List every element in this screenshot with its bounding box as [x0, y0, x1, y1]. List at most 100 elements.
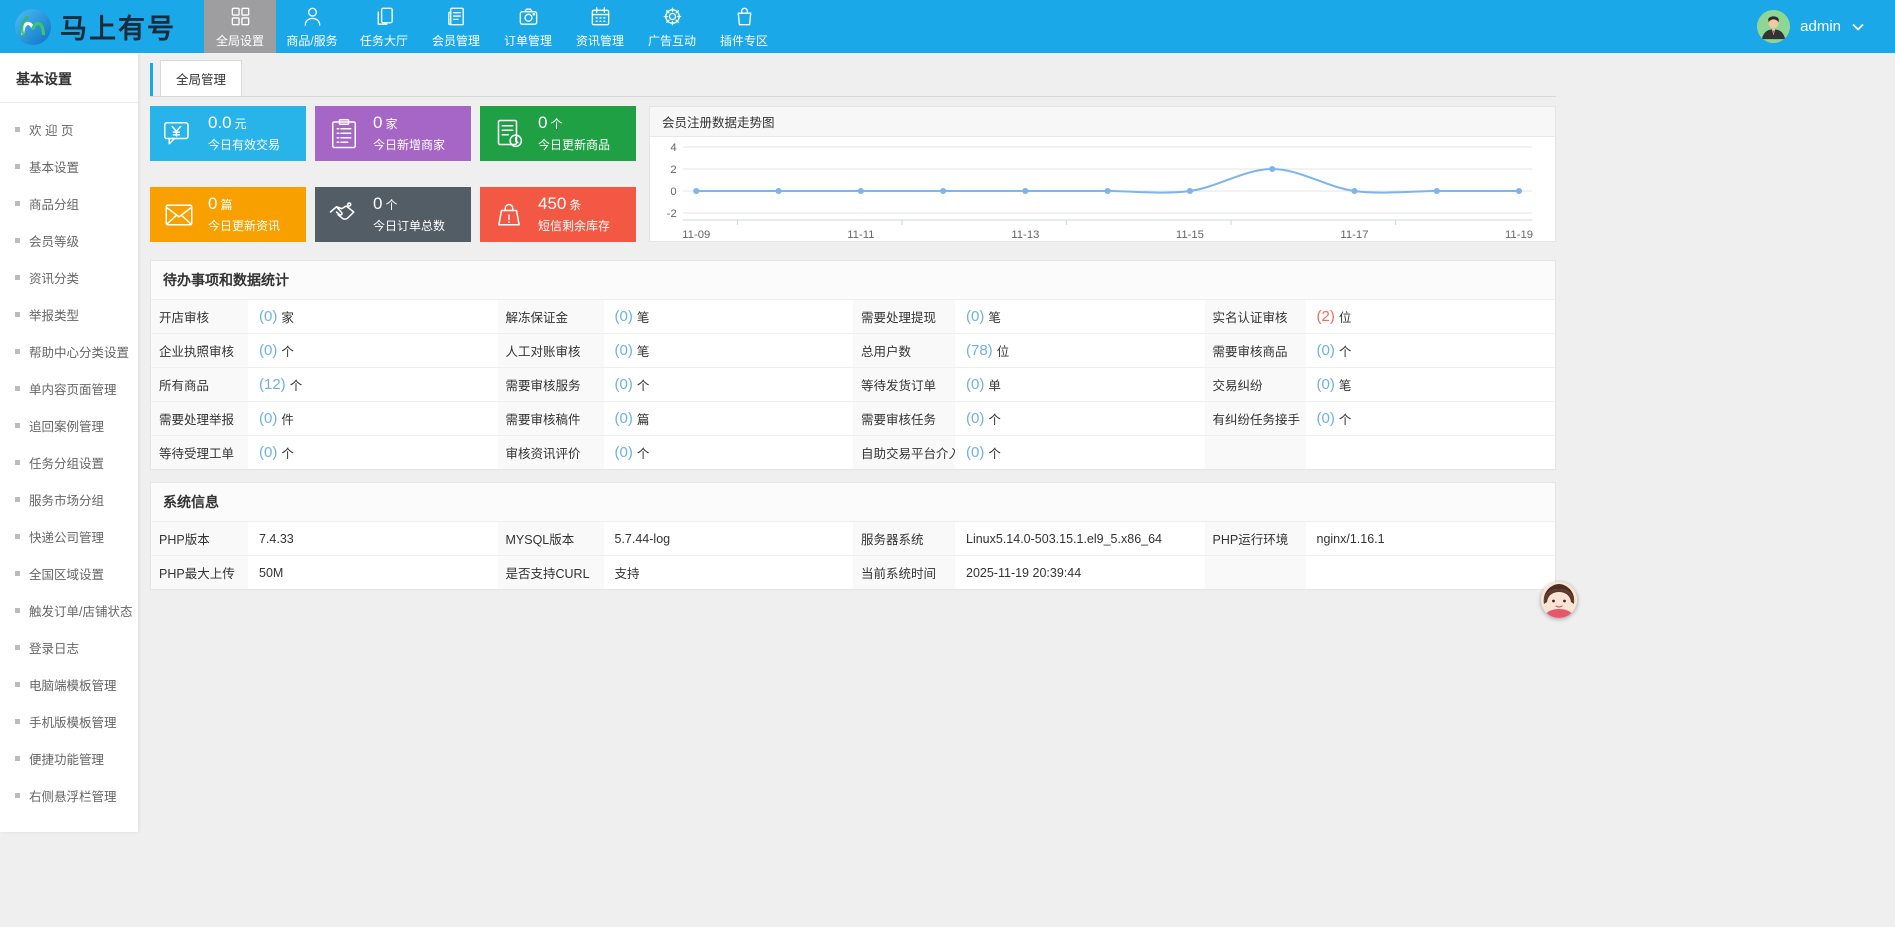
system-row: PHP最大上传50M是否支持CURL支持当前系统时间2025-11-19 20:…: [151, 555, 1555, 589]
todo-value-link[interactable]: (0): [1317, 410, 1335, 427]
todo-value-link[interactable]: (2): [1317, 308, 1335, 325]
sidebar-item-right-float-bar-mgmt[interactable]: 右侧悬浮栏管理: [0, 777, 138, 814]
nav-item-label: 插件专区: [720, 32, 768, 49]
todo-value-link[interactable]: (0): [1317, 376, 1335, 393]
sidebar-item-pc-template-mgmt[interactable]: 电脑端模板管理: [0, 666, 138, 703]
todo-row: 企业执照审核(0)个人工对账审核(0)笔总用户数(78)位需要审核商品(0)个: [151, 333, 1555, 367]
todo-value-unit: 个: [1339, 341, 1352, 360]
todo-item-value: (0)单: [955, 368, 1205, 401]
todo-value-link[interactable]: (0): [259, 342, 277, 359]
todo-value-link[interactable]: (0): [966, 308, 984, 325]
todo-value-link[interactable]: (0): [966, 410, 984, 427]
sidebar-item-goods-group[interactable]: 商品分组: [0, 185, 138, 222]
svg-text:11-17: 11-17: [1340, 229, 1368, 241]
nav-item-plugin-zone[interactable]: 插件专区: [708, 0, 780, 53]
todo-value-link[interactable]: (0): [615, 376, 633, 393]
todo-value-link[interactable]: (0): [966, 444, 984, 461]
stat-card-updated-goods[interactable]: 0个今日更新商品: [480, 106, 636, 161]
app-logo[interactable]: 马上有号: [0, 0, 204, 53]
todo-value-link[interactable]: (12): [259, 376, 286, 393]
stat-card-text: 0个今日订单总数: [373, 195, 445, 234]
tab-global-management[interactable]: 全局管理: [160, 60, 242, 97]
todo-value-link[interactable]: (0): [615, 410, 633, 427]
customer-service-avatar[interactable]: [1541, 582, 1577, 618]
stat-card-value: 0: [373, 113, 382, 132]
sidebar: 基本设置 欢 迎 页基本设置商品分组会员等级资讯分类举报类型帮助中心分类设置单内…: [0, 53, 138, 832]
sidebar-item-quick-function-mgmt[interactable]: 便捷功能管理: [0, 740, 138, 777]
nav-item-label: 商品/服务: [286, 32, 337, 49]
sidebar-item-member-level[interactable]: 会员等级: [0, 222, 138, 259]
stat-card-sms-stock[interactable]: 450条短信剩余库存: [480, 187, 636, 242]
todo-value-link[interactable]: (0): [615, 444, 633, 461]
todo-value-unit: 家: [281, 307, 294, 326]
nav-item-ad-interact[interactable]: 广告互动: [636, 0, 708, 53]
system-item-label: PHP运行环境: [1205, 522, 1306, 555]
sidebar-item-service-market-group[interactable]: 服务市场分组: [0, 481, 138, 518]
sidebar-item-welcome[interactable]: 欢 迎 页: [0, 111, 138, 148]
svg-text:-2: -2: [667, 208, 677, 220]
todo-item-value: (0)笔: [604, 300, 854, 333]
nav-item-global-settings[interactable]: 全局设置: [204, 0, 276, 53]
todo-panel-title: 待办事项和数据统计: [151, 261, 1555, 299]
stat-card-updated-news[interactable]: 0篇今日更新资讯: [150, 187, 306, 242]
sidebar-item-single-page-mgmt[interactable]: 单内容页面管理: [0, 370, 138, 407]
stat-card-order-total[interactable]: 0个今日订单总数: [315, 187, 471, 242]
system-item-value: nginx/1.16.1: [1306, 522, 1556, 555]
todo-value-unit: 笔: [637, 307, 650, 326]
stat-card-new-merchants[interactable]: 0家今日新增商家: [315, 106, 471, 161]
stat-card-label: 今日更新资讯: [208, 217, 280, 234]
empty-cell: [1306, 436, 1556, 469]
todo-item-label: 等待受理工单: [151, 436, 248, 469]
grid-icon: [229, 5, 252, 28]
stat-card-label: 今日更新商品: [538, 136, 610, 153]
todo-row: 等待受理工单(0)个审核资讯评价(0)个自助交易平台介入(0)个: [151, 435, 1555, 469]
todo-value-link[interactable]: (0): [259, 308, 277, 325]
nav-item-news-mgmt[interactable]: 资讯管理: [564, 0, 636, 53]
sidebar-item-trigger-order-status[interactable]: 触发订单/店铺状态: [0, 592, 138, 629]
sidebar-item-mobile-template-mgmt[interactable]: 手机版模板管理: [0, 703, 138, 740]
todo-item-label: 需要处理举报: [151, 402, 248, 435]
sidebar-item-report-type[interactable]: 举报类型: [0, 296, 138, 333]
sidebar-item-help-center-category[interactable]: 帮助中心分类设置: [0, 333, 138, 370]
stat-card-today-trades[interactable]: 0.0元今日有效交易: [150, 106, 306, 161]
todo-value-link[interactable]: (0): [259, 444, 277, 461]
todo-value-unit: 笔: [637, 341, 650, 360]
copy-icon: [373, 5, 396, 28]
sidebar-item-recover-case-mgmt[interactable]: 追回案例管理: [0, 407, 138, 444]
sidebar-item-basic-settings[interactable]: 基本设置: [0, 148, 138, 185]
system-info-panel: 系统信息 PHP版本7.4.33MYSQL版本5.7.44-log服务器系统Li…: [150, 482, 1556, 590]
nav-item-order-mgmt[interactable]: 订单管理: [492, 0, 564, 53]
todo-item-value: (0)个: [248, 436, 498, 469]
todo-value-link[interactable]: (78): [966, 342, 993, 359]
sidebar-item-region-settings[interactable]: 全国区域设置: [0, 555, 138, 592]
stat-card-text: 0.0元今日有效交易: [208, 114, 280, 153]
stat-card-text: 0篇今日更新资讯: [208, 195, 280, 234]
todo-value-unit: 件: [281, 409, 294, 428]
todo-value-link[interactable]: (0): [259, 410, 277, 427]
todo-value-unit: 个: [281, 443, 294, 462]
nav-item-label: 任务大厅: [360, 32, 408, 49]
nav-item-label: 资讯管理: [576, 32, 624, 49]
chevron-down-icon: [1851, 20, 1865, 34]
nav-item-task-hall[interactable]: 任务大厅: [348, 0, 420, 53]
todo-value-unit: 个: [290, 375, 303, 394]
todo-value-link[interactable]: (0): [615, 342, 633, 359]
stat-card-label: 今日有效交易: [208, 136, 280, 153]
nav-item-member-mgmt[interactable]: 会员管理: [420, 0, 492, 53]
sidebar-item-express-company-mgmt[interactable]: 快递公司管理: [0, 518, 138, 555]
todo-value-link[interactable]: (0): [1317, 342, 1335, 359]
handshake-icon: [326, 197, 362, 233]
system-item-label: 是否支持CURL: [498, 556, 604, 589]
sidebar-item-news-category[interactable]: 资讯分类: [0, 259, 138, 296]
sidebar-item-task-group-settings[interactable]: 任务分组设置: [0, 444, 138, 481]
main-nav: 全局设置商品/服务 任务大厅会员管理订单管理资讯管理广告互动插件专区: [204, 0, 780, 53]
todo-value-link[interactable]: (0): [615, 308, 633, 325]
sidebar-item-login-log[interactable]: 登录日志: [0, 629, 138, 666]
system-item-value: Linux5.14.0-503.15.1.el9_5.x86_64: [955, 522, 1205, 555]
empty-cell: [1205, 436, 1306, 469]
nav-item-goods-services[interactable]: 商品/服务: [276, 0, 348, 53]
chart-title: 会员注册数据走势图: [650, 107, 1555, 137]
todo-value-link[interactable]: (0): [966, 376, 984, 393]
svg-text:11-19: 11-19: [1505, 229, 1533, 241]
user-menu[interactable]: admin: [1757, 0, 1895, 53]
